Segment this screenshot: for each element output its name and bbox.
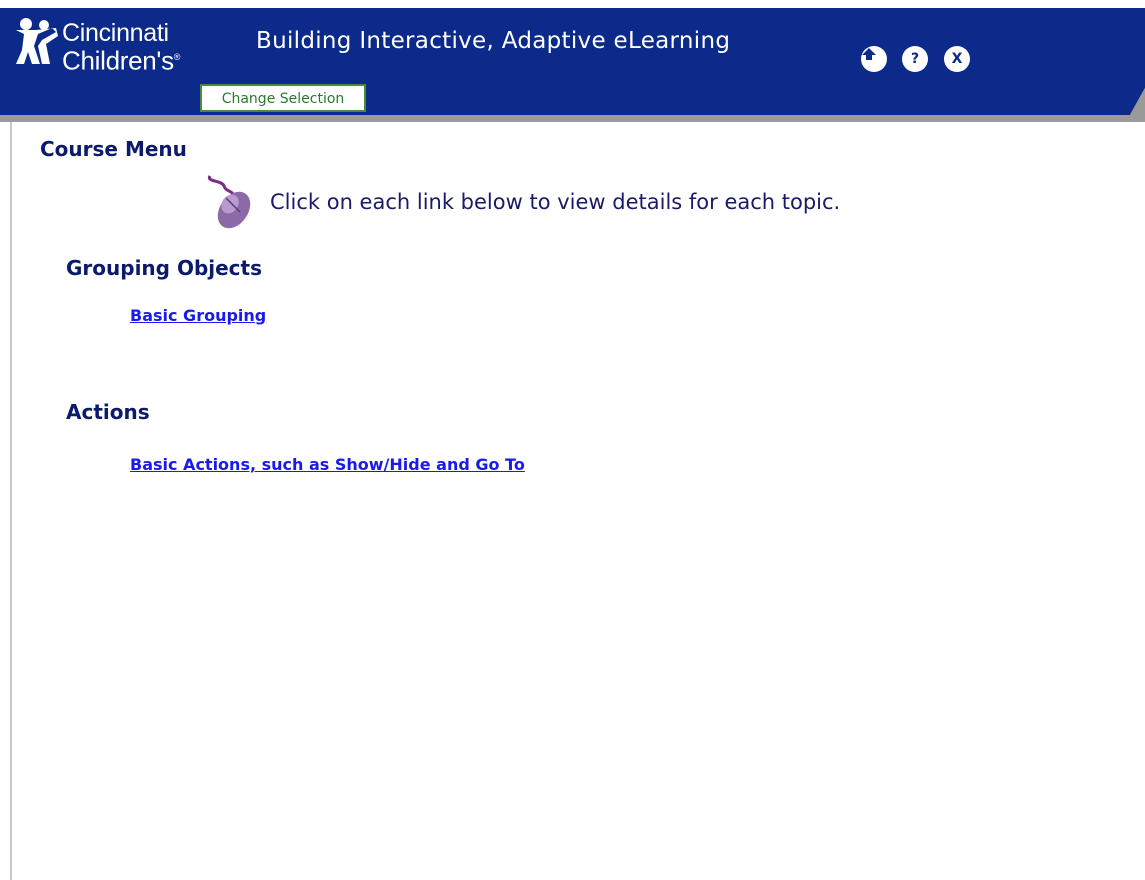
header-bar: Cincinnati Children's® Building Interact… [0, 0, 1145, 122]
left-frame-border [0, 122, 12, 880]
link-basic-grouping[interactable]: Basic Grouping [130, 306, 266, 325]
link-basic-actions[interactable]: Basic Actions, such as Show/Hide and Go … [130, 455, 525, 474]
change-selection-button[interactable]: Change Selection [200, 84, 366, 112]
home-icon [862, 48, 876, 60]
mouse-icon [207, 175, 251, 229]
app-title: Building Interactive, Adaptive eLearning [256, 28, 731, 54]
section-heading-actions: Actions [66, 400, 150, 424]
logo-figure-icon [16, 18, 58, 64]
section-heading-grouping-objects: Grouping Objects [66, 256, 263, 280]
instruction-text: Click on each link below to view details… [270, 190, 841, 214]
page-title: Course Menu [40, 137, 187, 161]
help-button[interactable]: ? [902, 46, 928, 72]
home-button[interactable] [861, 46, 887, 72]
logo-text-line2: Children's® [62, 45, 181, 76]
cincinnati-childrens-logo[interactable]: Cincinnati Children's® [12, 16, 214, 76]
logo-text-line1: Cincinnati [62, 19, 169, 47]
exit-button[interactable]: X [944, 46, 970, 72]
